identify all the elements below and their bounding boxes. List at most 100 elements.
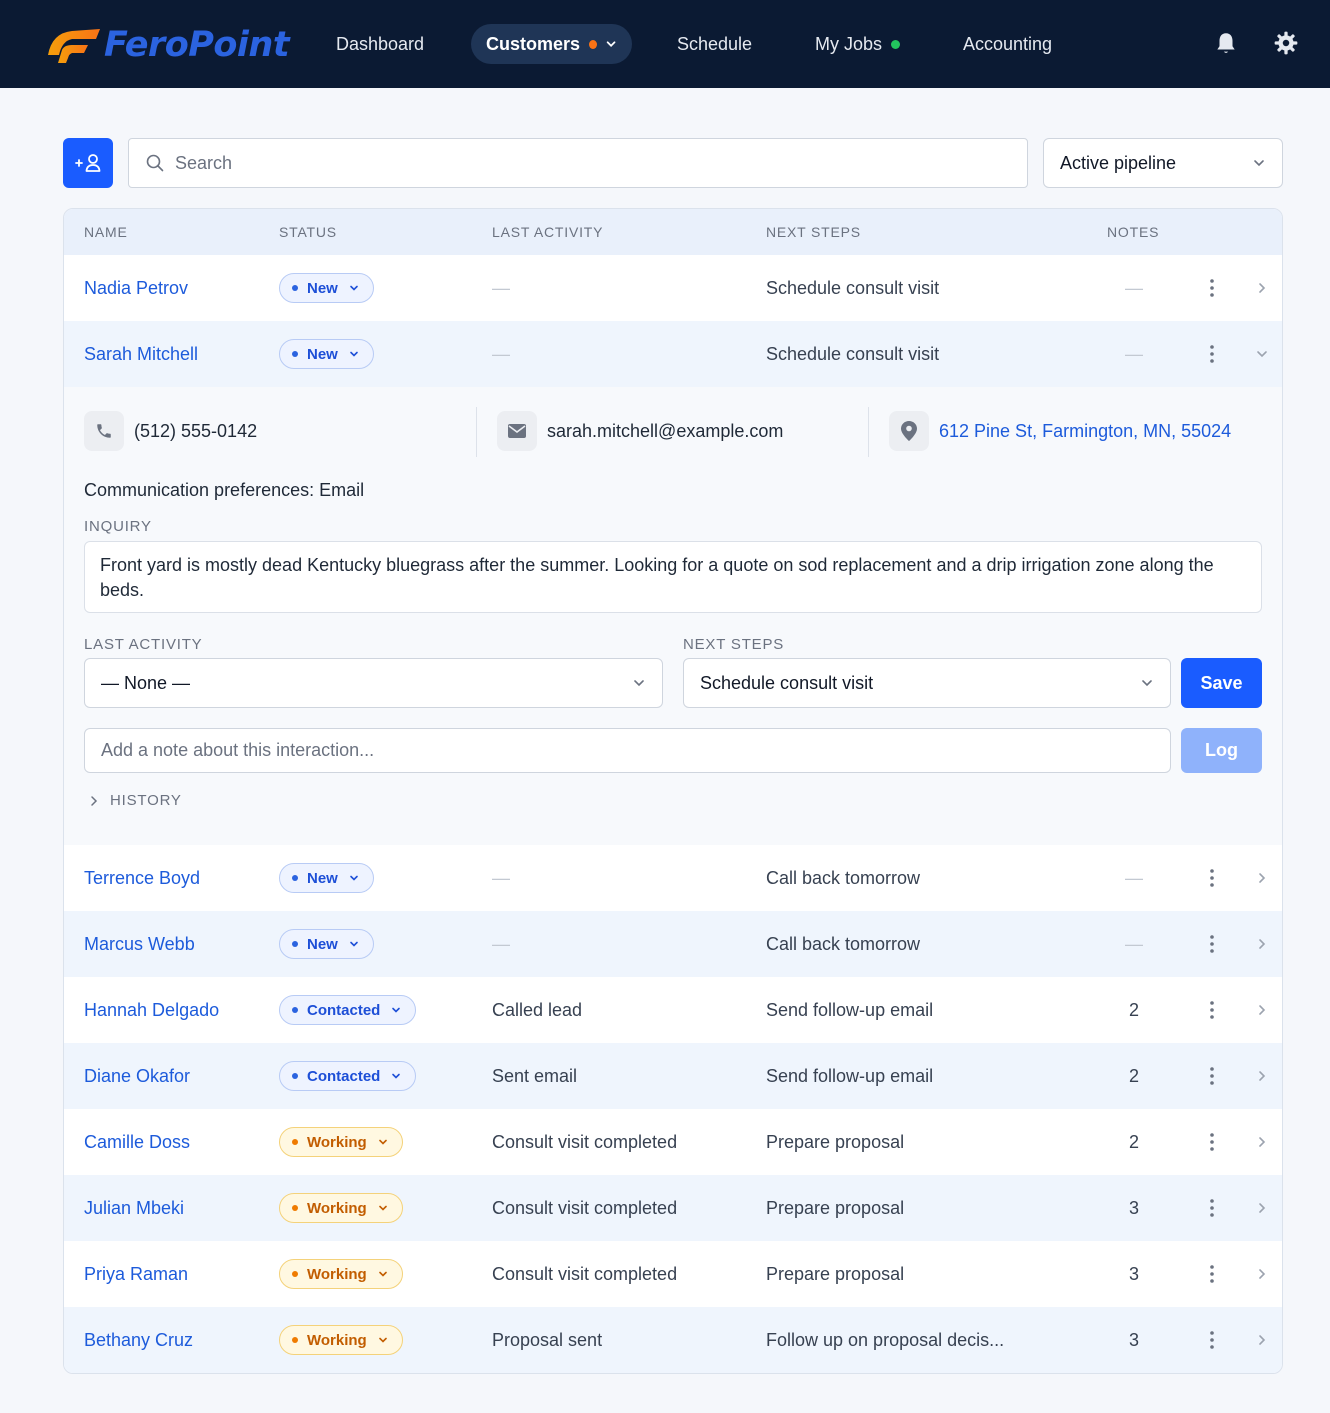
chevron-right-icon (1259, 1335, 1266, 1345)
status-badge[interactable]: Contacted (279, 995, 417, 1025)
kebab-menu-icon (1210, 279, 1214, 297)
customer-name-link[interactable]: Bethany Cruz (84, 1307, 193, 1373)
status-badge[interactable]: Contacted (279, 1061, 417, 1091)
expand-row-button[interactable] (1252, 977, 1272, 1043)
pipeline-filter-select[interactable]: Active pipeline (1043, 138, 1283, 188)
table-row[interactable]: Bethany Cruz Working Proposal sent Follow u… (64, 1307, 1282, 1373)
more-actions-button[interactable] (1202, 1175, 1222, 1241)
nav-item-my-jobs[interactable]: My Jobs (815, 24, 901, 64)
table-row[interactable]: Priya Raman Working Consult visit complete… (64, 1241, 1282, 1307)
status-dot (292, 285, 298, 291)
add-customer-button[interactable] (63, 138, 113, 188)
customer-name-link[interactable]: Hannah Delgado (84, 977, 219, 1043)
status-badge[interactable]: Working (279, 1259, 403, 1289)
status-badge[interactable]: Working (279, 1193, 403, 1223)
expand-row-button[interactable] (1252, 1175, 1272, 1241)
contact-email[interactable]: sarah.mitchell@example.com (497, 411, 783, 451)
chevron-right-icon (91, 795, 98, 806)
note-field[interactable] (84, 728, 1171, 773)
status-badge[interactable]: New (279, 929, 374, 959)
column-header-next-steps[interactable]: NEXT STEPS (766, 224, 861, 240)
last-activity-select[interactable]: — None — (84, 658, 663, 708)
expand-row-button[interactable] (1252, 321, 1272, 387)
table-row[interactable]: Terrence Boyd New — Call back tomorrow — (64, 845, 1282, 911)
kebab-menu-icon (1210, 345, 1214, 363)
status-badge[interactable]: New (279, 273, 374, 303)
column-header-name[interactable]: NAME (84, 224, 128, 240)
customer-name-link[interactable]: Nadia Petrov (84, 255, 188, 321)
search-field[interactable] (128, 138, 1028, 188)
notes-count-cell: 2 (1128, 999, 1139, 1020)
history-toggle[interactable]: HISTORY (88, 792, 182, 809)
gear-icon[interactable] (1273, 30, 1299, 56)
table-row[interactable]: Hannah Delgado Contacted Called lead Send f… (64, 977, 1282, 1043)
more-actions-button[interactable] (1202, 1109, 1222, 1175)
customer-name-link[interactable]: Camille Doss (84, 1109, 190, 1175)
table-row[interactable]: Sarah Mitchell New — Schedule consult visit… (64, 321, 1282, 387)
more-actions-button[interactable] (1202, 977, 1222, 1043)
table-row[interactable]: Julian Mbeki Working Consult visit complet… (64, 1175, 1282, 1241)
last-activity-value: — None — (101, 672, 191, 693)
top-navigation-bar: FeroPoint Dashboard Customers Schedule M… (0, 0, 1330, 88)
inquiry-text: Front yard is mostly dead Kentucky blueg… (84, 541, 1262, 613)
column-header-notes[interactable]: NOTES (1107, 224, 1159, 240)
search-input[interactable] (175, 152, 975, 174)
table-row[interactable]: Diane Okafor Contacted Sent email Send foll… (64, 1043, 1282, 1109)
nav-item-schedule[interactable]: Schedule (677, 24, 752, 64)
status-dot (292, 1205, 298, 1211)
contact-phone[interactable]: (512) 555-0142 (84, 411, 257, 451)
feropoint-logo[interactable]: FeroPoint (42, 24, 290, 66)
column-header-status[interactable]: STATUS (279, 224, 337, 240)
expand-row-button[interactable] (1252, 1241, 1272, 1307)
nav-item-dashboard[interactable]: Dashboard (336, 24, 424, 64)
nav-item-accounting[interactable]: Accounting (963, 24, 1052, 64)
column-header-last-activity[interactable]: LAST ACTIVITY (492, 224, 603, 240)
customer-name-link[interactable]: Diane Okafor (84, 1043, 190, 1109)
expand-row-button[interactable] (1252, 255, 1272, 321)
chevron-down-icon (350, 875, 358, 881)
next-steps-select[interactable]: Schedule consult visit (683, 658, 1171, 708)
customer-name-link[interactable]: Sarah Mitchell (84, 321, 198, 387)
expand-row-button[interactable] (1252, 1307, 1272, 1373)
expand-row-button[interactable] (1252, 1043, 1272, 1109)
table-row[interactable]: Nadia Petrov New — Schedule consult visit — (64, 255, 1282, 321)
contact-address[interactable]: 612 Pine St, Farmington, MN, 55024 (889, 411, 1231, 451)
address-link[interactable]: 612 Pine St, Farmington, MN, 55024 (939, 421, 1231, 442)
nav-item-customers[interactable]: Customers (471, 24, 632, 64)
expand-row-button[interactable] (1252, 911, 1272, 977)
nav-label: Schedule (677, 33, 753, 54)
next-steps-cell: Prepare proposal (766, 1131, 905, 1152)
customer-name-link[interactable]: Julian Mbeki (84, 1175, 184, 1241)
status-badge[interactable]: Working (279, 1325, 403, 1355)
more-actions-button[interactable] (1202, 321, 1222, 387)
kebab-menu-icon (1210, 1067, 1214, 1085)
more-actions-button[interactable] (1202, 911, 1222, 977)
kebab-menu-icon (1210, 1265, 1214, 1283)
customer-name-link[interactable]: Marcus Webb (84, 911, 195, 977)
table-row[interactable]: Camille Doss Working Consult visit complet… (64, 1109, 1282, 1175)
more-actions-button[interactable] (1202, 1307, 1222, 1373)
more-actions-button[interactable] (1202, 1241, 1222, 1307)
note-input[interactable] (101, 740, 1151, 761)
status-badge[interactable]: New (279, 863, 374, 893)
notification-dot (589, 39, 597, 49)
status-cell: Working (279, 1175, 403, 1241)
expand-row-button[interactable] (1252, 1109, 1272, 1175)
chevron-down-icon (1257, 351, 1267, 358)
save-button[interactable]: Save (1181, 658, 1262, 708)
log-button[interactable]: Log (1181, 728, 1262, 773)
table-row[interactable]: Marcus Webb New — Call back tomorrow — (64, 911, 1282, 977)
bell-icon[interactable] (1213, 30, 1239, 56)
status-badge[interactable]: New (279, 339, 374, 369)
more-actions-button[interactable] (1202, 1043, 1222, 1109)
kebab-menu-icon (1210, 1001, 1214, 1019)
customer-name-link[interactable]: Terrence Boyd (84, 845, 200, 911)
notes-count-cell: 2 (1128, 1065, 1139, 1086)
customer-name-link[interactable]: Priya Raman (84, 1241, 188, 1307)
expand-row-button[interactable] (1252, 845, 1272, 911)
more-actions-button[interactable] (1202, 255, 1222, 321)
status-label: Contacted (307, 1067, 381, 1085)
status-cell: Working (279, 1241, 403, 1307)
more-actions-button[interactable] (1202, 845, 1222, 911)
status-badge[interactable]: Working (279, 1127, 403, 1157)
